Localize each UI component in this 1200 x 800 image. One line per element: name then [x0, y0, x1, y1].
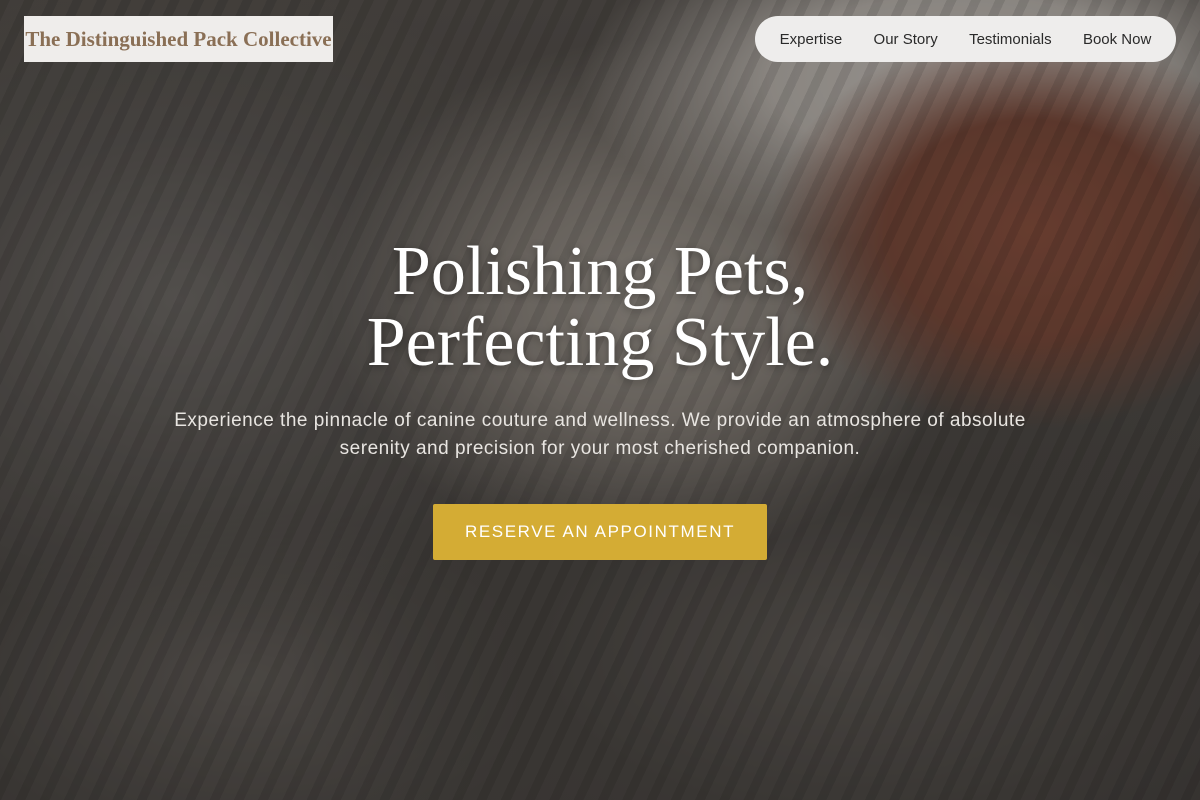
main-nav: Expertise Our Story Testimonials Book No… — [755, 16, 1176, 62]
brand-name: The Distinguished Pack Collective — [25, 26, 332, 51]
hero-title-line-2: Perfecting Style. — [366, 304, 834, 381]
nav-link-our-story[interactable]: Our Story — [874, 31, 938, 48]
hero-subtitle: Experience the pinnacle of canine coutur… — [174, 410, 1026, 459]
hero-section: Polishing Pets, Perfecting Style. Experi… — [0, 236, 1200, 463]
brand-logo[interactable]: The Distinguished Pack Collective — [24, 16, 333, 62]
reserve-appointment-label: RESERVE AN APPOINTMENT — [464, 522, 736, 541]
nav-link-testimonials[interactable]: Testimonials — [969, 31, 1052, 48]
reserve-appointment-button[interactable]: RESERVE AN APPOINTMENT — [433, 504, 767, 560]
nav-link-expertise[interactable]: Expertise — [780, 31, 843, 48]
hero-title-line-1: Polishing Pets, — [391, 233, 809, 310]
nav-link-book-now[interactable]: Book Now — [1083, 31, 1151, 48]
hero-title: Polishing Pets, Perfecting Style. — [0, 236, 1200, 378]
